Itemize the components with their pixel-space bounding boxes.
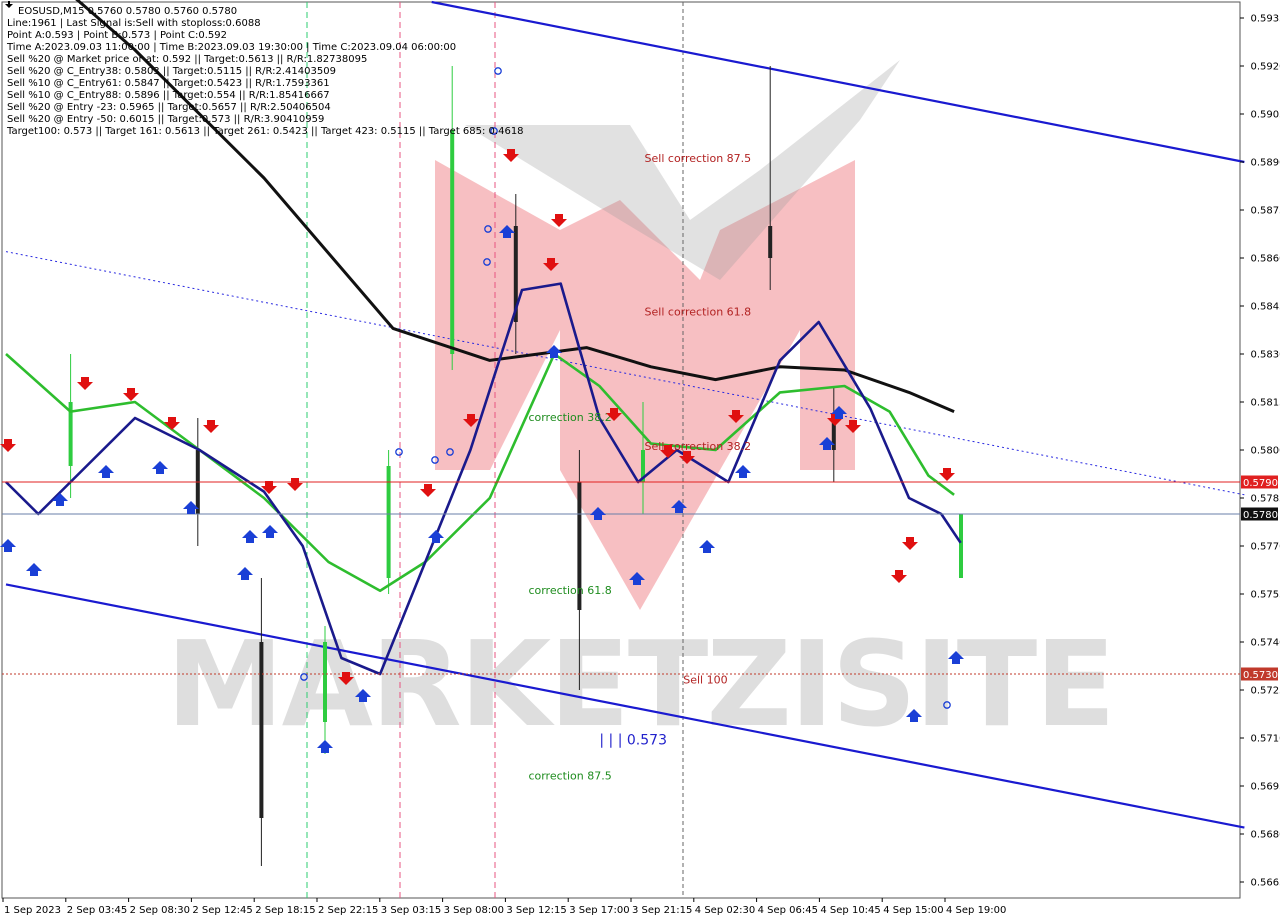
price-tag-0.5730: 0.5730 [1241, 667, 1278, 681]
price-tag-label: 0.5730 [1243, 670, 1278, 681]
annotation-5: correction 87.5 [528, 770, 611, 783]
info-line-8: Sell %20 @ Entry -50: 0.6015 || Target:0… [7, 114, 324, 125]
y-tick-label: 0.5905 [1251, 110, 1280, 121]
info-line-3: Sell %20 @ Market price or at: 0.592 || … [7, 54, 367, 65]
price-axis[interactable]: 0.5935 0.5920 0.5905 0.5890 0.5875 0.5860 0.58… [1240, 14, 1280, 889]
x-tick-label: 3 Sep 17:00 [569, 905, 629, 916]
info-line-0: Line:1961 | Last Signal is:Sell with sto… [7, 18, 261, 29]
x-tick-label: 4 Sep 02:30 [695, 905, 755, 916]
price-tags: 0.5790 0.5780 0.5730 [1241, 475, 1278, 681]
y-tick-label: 0.5830 [1251, 350, 1280, 361]
y-tick-label: 0.5800 [1251, 446, 1280, 457]
x-tick-label: 4 Sep 15:00 [883, 905, 943, 916]
candle-body [323, 642, 327, 722]
price-tag-0.5790: 0.5790 [1241, 475, 1278, 489]
y-tick-label: 0.5875 [1251, 206, 1280, 217]
x-tick-label: 2 Sep 08:30 [130, 905, 190, 916]
y-tick-label: 0.5770 [1251, 542, 1280, 553]
candle-body [959, 514, 963, 578]
y-tick-label: 0.5920 [1251, 62, 1280, 73]
annotation-4: correction 61.8 [528, 584, 611, 597]
x-tick-label: 3 Sep 21:15 [632, 905, 692, 916]
y-tick-label: 0.5845 [1251, 302, 1280, 313]
x-tick-label: 3 Sep 03:15 [381, 905, 441, 916]
y-tick-label: 0.5695 [1251, 782, 1280, 793]
price-tag-0.5780: 0.5780 [1241, 507, 1278, 521]
y-tick-label: 0.5755 [1251, 590, 1280, 601]
y-tick-label: 0.5890 [1251, 158, 1280, 169]
x-tick-label: 2 Sep 12:45 [192, 905, 252, 916]
annotation-1: Sell correction 61.8 [645, 306, 752, 319]
y-tick-label: 0.5665 [1251, 878, 1280, 889]
price-chart: MARKETZISITE Sell correction 87.5Sell co… [0, 0, 1280, 916]
info-line-2: Time A:2023.09.03 11:00:00 | Time B:2023… [6, 42, 456, 53]
x-tick-label: 4 Sep 10:45 [820, 905, 880, 916]
y-tick-label: 0.5860 [1251, 254, 1280, 265]
annotation-7: | | | 0.573 [599, 732, 667, 748]
info-line-1: Point A:0.593 | Point B:0.573 | Point C:… [7, 30, 227, 41]
chart-window: MARKETZISITE Sell correction 87.5 Sell co… [0, 0, 1280, 920]
x-tick-label: 3 Sep 12:15 [506, 905, 566, 916]
price-tag-label: 0.5790 [1243, 478, 1278, 489]
candle-body [450, 130, 455, 354]
x-tick-label: 1 Sep 2023 [4, 905, 61, 916]
y-tick-label: 0.5680 [1251, 830, 1280, 841]
x-tick-label: 3 Sep 08:00 [444, 905, 504, 916]
y-tick-label: 0.5710 [1251, 734, 1280, 745]
y-tick-label: 0.5740 [1251, 638, 1280, 649]
y-tick-label: 0.5785 [1251, 494, 1280, 505]
x-tick-label: 2 Sep 18:15 [255, 905, 315, 916]
x-tick-label: 4 Sep 06:45 [758, 905, 818, 916]
candle-body [259, 642, 264, 818]
y-tick-label: 0.5935 [1251, 14, 1280, 25]
annotation-3: correction 38.2 [528, 411, 611, 424]
price-tag-label: 0.5780 [1243, 510, 1278, 521]
x-tick-label: 2 Sep 03:45 [67, 905, 127, 916]
candle-body [768, 226, 773, 258]
time-axis[interactable]: 1 Sep 2023 2 Sep 03:45 2 Sep 08:30 2 Sep 12… [2, 898, 1006, 916]
annotation-0: Sell correction 87.5 [645, 152, 752, 165]
annotation-2: Sell correction 38.2 [645, 440, 752, 453]
x-tick-label: 4 Sep 19:00 [946, 905, 1006, 916]
symbol-header: EOSUSD,M15 0.5760 0.5780 0.5760 0.5780 [18, 6, 237, 17]
info-line-5: Sell %10 @ C_Entry61: 0.5847 || Target:0… [7, 78, 330, 89]
candle-4 [386, 450, 391, 594]
annotation-6: Sell 100 [683, 674, 727, 687]
y-tick-label: 0.5815 [1251, 398, 1280, 409]
info-line-9: Target100: 0.573 || Target 161: 0.5613 |… [6, 126, 524, 137]
x-tick-label: 2 Sep 22:15 [318, 905, 378, 916]
info-line-4: Sell %20 @ C_Entry38: 0.5803 || Target:0… [7, 66, 336, 77]
info-line-6: Sell %10 @ C_Entry88: 0.5896 || Target:0… [7, 90, 330, 101]
info-line-7: Sell %20 @ Entry -23: 0.5965 || Target:0… [7, 102, 331, 113]
candle-11 [959, 514, 963, 578]
candle-body [386, 466, 391, 578]
y-tick-label: 0.5725 [1251, 686, 1280, 697]
